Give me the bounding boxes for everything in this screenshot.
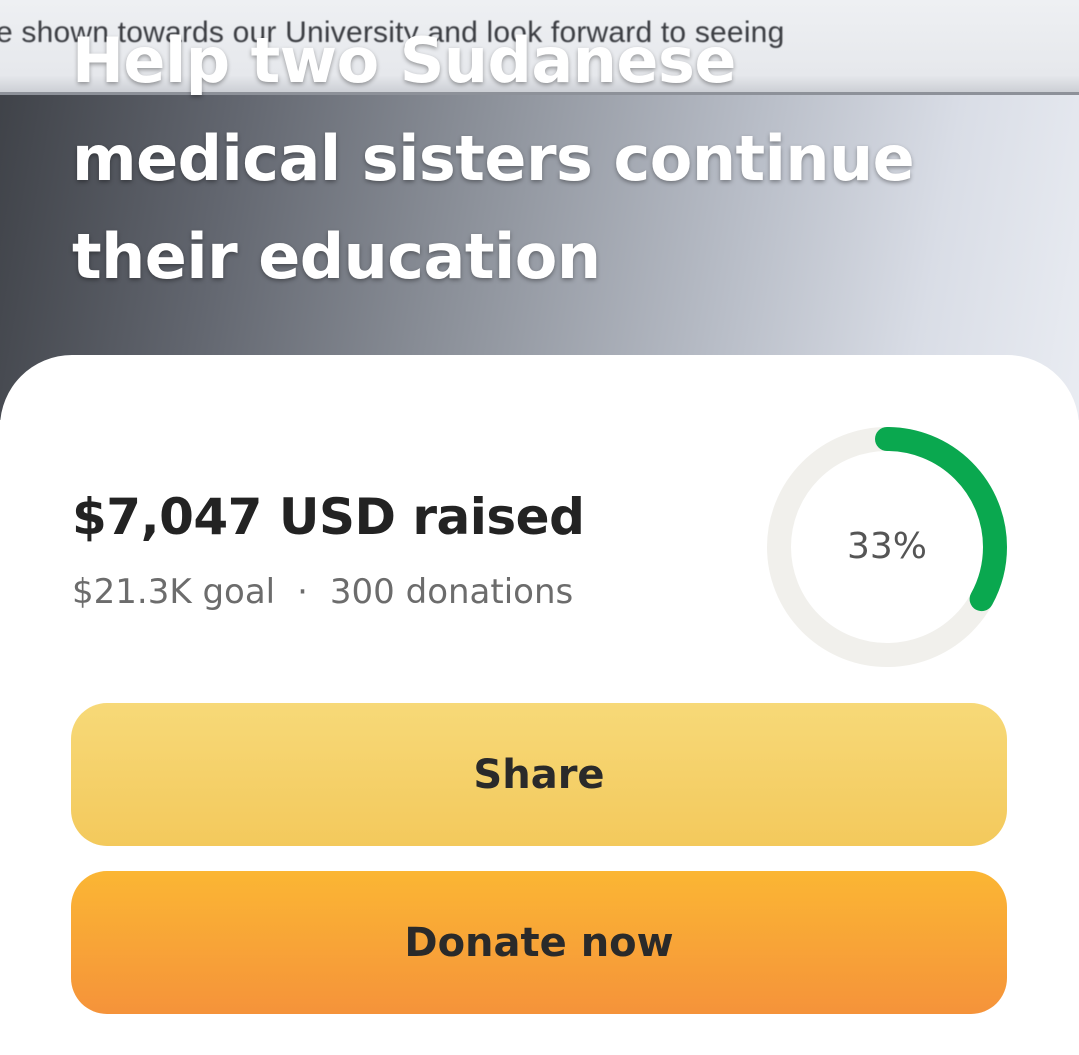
goal-amount: $21.3K goal [72, 572, 276, 612]
share-button[interactable]: Share [71, 703, 1007, 846]
campaign-title: Help two Sudanese medical sisters contin… [72, 24, 915, 293]
fundraiser-stats: $21.3K goal · 300 donations [72, 570, 573, 614]
donate-now-button[interactable]: Donate now [71, 871, 1007, 1014]
separator-dot: · [297, 572, 308, 612]
donation-count: 300 donations [329, 572, 574, 612]
amount-raised: $7,047 USD raised [72, 488, 585, 546]
progress-percent: 33% [846, 526, 927, 567]
